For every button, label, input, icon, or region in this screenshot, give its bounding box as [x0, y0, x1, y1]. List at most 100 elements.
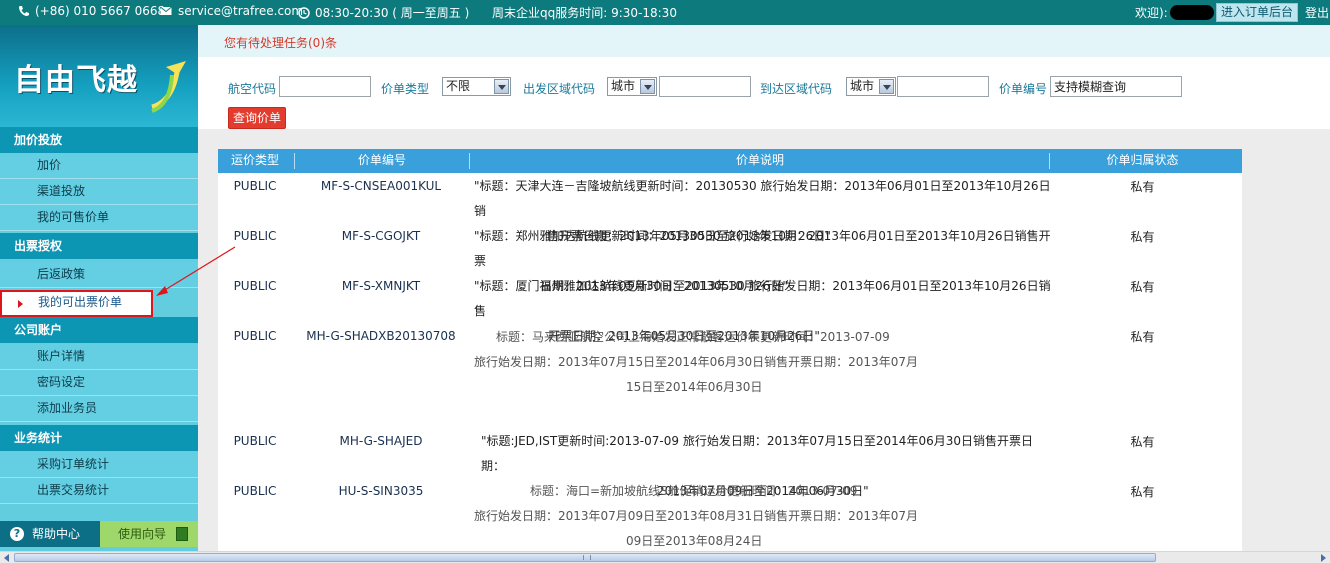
- dest-scope-select[interactable]: 城市: [846, 77, 896, 96]
- help-icon: ?: [10, 527, 24, 541]
- enter-orders-button[interactable]: 进入订单后台: [1216, 3, 1299, 22]
- help-label: 帮助中心: [32, 527, 81, 541]
- fare-type-label: 价单类型: [381, 82, 430, 96]
- fares-table: 运价类型 价单编号 价单说明 价单归属状态 PUBLIC MF-S-CNSEA0…: [218, 149, 1242, 551]
- description-line: 标题：海口=新加坡航线S舱促销运价更新时间：2013-07-09: [530, 484, 858, 498]
- scroll-left-icon[interactable]: [2, 553, 12, 563]
- help-center-button[interactable]: ? 帮助中心: [0, 521, 112, 547]
- fare-type-select[interactable]: 不限: [442, 77, 511, 96]
- phone-icon: [19, 6, 29, 16]
- phone-number: (+86) 010 5667 0668: [35, 4, 166, 18]
- guide-label: 使用向导: [118, 527, 167, 541]
- description-line: 旅行始发日期：2013年07月15日至2014年06月30日销售开票日期：201…: [474, 355, 918, 369]
- horizontal-scrollbar[interactable]: [0, 551, 1330, 563]
- search-form: 航空代码 价单类型 不限 出发区域代码 城市 到达区域代码 城市 价单编号 查询…: [198, 57, 1330, 129]
- section-header-ticketing[interactable]: 出票授权: [0, 233, 198, 259]
- service-hours: 08:30-20:30 ( 周一至周五 ): [315, 6, 470, 20]
- sidebar-item-channel-release[interactable]: 渠道投放: [0, 179, 198, 205]
- fare-type-cell: PUBLIC: [233, 484, 277, 498]
- dest-code-label: 到达区域代码: [760, 82, 833, 96]
- dest-scope-value: 城市: [850, 79, 875, 93]
- sidebar-footer: ? 帮助中心 使用向导: [0, 521, 198, 547]
- sidebar-item-saleable-fares[interactable]: 我的可售价单: [0, 205, 198, 231]
- fare-type-cell: PUBLIC: [233, 179, 277, 193]
- fare-id-cell: MF-S-CNSEA001KUL: [320, 179, 442, 193]
- status-cell: 私有: [1130, 180, 1155, 194]
- user-guide-button[interactable]: 使用向导: [100, 521, 198, 547]
- table-row[interactable]: PUBLIC MH-G-SHAJED "标题:JED,IST更新时间:2013-…: [218, 429, 1242, 498]
- sidebar-item-markup[interactable]: 加价: [0, 153, 198, 179]
- sidebar: 自由飞越 加价投放 加价 渠道投放 我的可售价单 出票授权 后返政策 我的可出票…: [0, 25, 198, 563]
- email-address[interactable]: service@trafree.com: [178, 4, 303, 18]
- sidebar-item-password[interactable]: 密码设定: [0, 370, 198, 396]
- logo-area: 自由飞越: [0, 25, 198, 127]
- sidebar-item-rebate-policy[interactable]: 后返政策: [0, 262, 198, 288]
- sidebar-item-ticketing-stats[interactable]: 出票交易统计: [0, 478, 198, 504]
- chevron-down-icon: [494, 79, 509, 94]
- logout-link[interactable]: 登出: [1305, 4, 1329, 21]
- section-header-account[interactable]: 公司账户: [0, 317, 198, 343]
- table-row[interactable]: PUBLIC MF-S-XMNJKT "标题：厦门福州雅加达航线更新时间：201…: [218, 274, 1242, 343]
- fare-type-value: 不限: [446, 79, 471, 93]
- hours-info: 08:30-20:30 ( 周一至周五 ): [298, 4, 469, 21]
- fare-type-cell: PUBLIC: [233, 229, 277, 243]
- fare-type-cell: PUBLIC: [233, 329, 277, 343]
- description-line: "标题：厦门福州雅加达航线更新时间：20130530 旅行始发日期：2013年0…: [474, 279, 1051, 318]
- origin-scope-value: 城市: [611, 79, 636, 93]
- sidebar-item-account-details[interactable]: 账户详情: [0, 344, 198, 370]
- chevron-down-icon: [879, 79, 894, 94]
- table-row[interactable]: PUBLIC MH-G-SHADXB20130708 标题：马来西亚航空公司上海…: [218, 324, 1242, 424]
- fare-id-input[interactable]: [1050, 76, 1182, 97]
- status-cell: 私有: [1130, 280, 1155, 294]
- airline-code-input[interactable]: [279, 76, 371, 97]
- mail-icon: [160, 6, 172, 15]
- redacted-username: [1170, 5, 1214, 20]
- fare-id-cell: MF-S-CGOJKT: [341, 229, 421, 243]
- description-cell: 标题：海口=新加坡航线S舱促销运价更新时间：2013-07-09 旅行始发日期：…: [474, 479, 1054, 551]
- weekend-hours: 周末企业qq服务时间: 9:30-18:30: [492, 4, 677, 21]
- logo: 自由飞越: [14, 63, 138, 98]
- chevron-down-icon: [640, 79, 655, 94]
- fare-id-cell: MH-G-SHADXB20130708: [306, 329, 456, 343]
- table-row[interactable]: PUBLIC HU-S-SIN3035 标题：海口=新加坡航线S舱促销运价更新时…: [218, 479, 1242, 551]
- welcome-label: 欢迎):: [1135, 6, 1168, 20]
- origin-scope-select[interactable]: 城市: [607, 77, 657, 96]
- column-header-fare-id: 价单编号: [357, 153, 406, 167]
- dest-code-input[interactable]: [897, 76, 989, 97]
- notice-bar: 您有待处理任务(0)条: [198, 25, 1330, 57]
- active-arrow-icon: [18, 300, 23, 308]
- description-line: 旅行始发日期：2013年07月09日至2013年08月31日销售开票日期：201…: [474, 509, 918, 523]
- status-cell: 私有: [1130, 330, 1155, 344]
- fare-id-cell: MH-G-SHAJED: [339, 434, 423, 448]
- fare-type-cell: PUBLIC: [233, 434, 277, 448]
- description-line: "标题：天津大连－吉隆坡航线更新时间：20130530 旅行始发日期：2013年…: [474, 179, 1051, 218]
- section-header-pricing[interactable]: 加价投放: [0, 127, 198, 153]
- scroll-right-icon[interactable]: [1318, 553, 1328, 563]
- fare-id-label: 价单编号: [999, 82, 1048, 96]
- column-header-fare-type: 运价类型: [230, 153, 279, 167]
- book-icon: [176, 527, 188, 541]
- description-line: 15日至2014年06月30日: [626, 380, 763, 394]
- pending-tasks-notice[interactable]: 您有待处理任务(0)条: [224, 34, 337, 51]
- status-cell: 私有: [1130, 485, 1155, 499]
- airline-code-label: 航空代码: [228, 82, 277, 96]
- fare-type-cell: PUBLIC: [233, 279, 277, 293]
- top-bar: (+86) 010 5667 0668 service@trafree.com …: [0, 0, 1330, 25]
- table-row[interactable]: PUBLIC MF-S-CGOJKT "标题：郑州雅加达航线更新时间：20130…: [218, 224, 1242, 293]
- fare-id-cell: HU-S-SIN3035: [338, 484, 424, 498]
- sidebar-item-purchase-stats[interactable]: 采购订单统计: [0, 452, 198, 478]
- origin-code-input[interactable]: [659, 76, 751, 97]
- weekend-hours-text: 周末企业qq服务时间: 9:30-18:30: [492, 6, 677, 20]
- status-cell: 私有: [1130, 230, 1155, 244]
- description-cell: 标题：马来西亚航空公司上海始发正常散客运价表更新时间：2013-07-09 旅行…: [474, 325, 1054, 400]
- table-row[interactable]: PUBLIC MF-S-CNSEA001KUL "标题：天津大连－吉隆坡航线更新…: [218, 174, 1242, 243]
- column-header-description: 价单说明: [735, 153, 784, 167]
- grip-icon: [583, 555, 591, 560]
- scrollbar-thumb[interactable]: [14, 553, 1156, 562]
- sidebar-item-ticketable-fares[interactable]: 我的可出票价单: [0, 290, 153, 317]
- section-header-stats[interactable]: 业务统计: [0, 425, 198, 451]
- welcome-text: 欢迎):: [1135, 4, 1168, 21]
- sidebar-item-add-agent[interactable]: 添加业务员: [0, 396, 198, 422]
- query-fares-button[interactable]: 查询价单: [228, 107, 287, 129]
- origin-code-label: 出发区域代码: [523, 82, 596, 96]
